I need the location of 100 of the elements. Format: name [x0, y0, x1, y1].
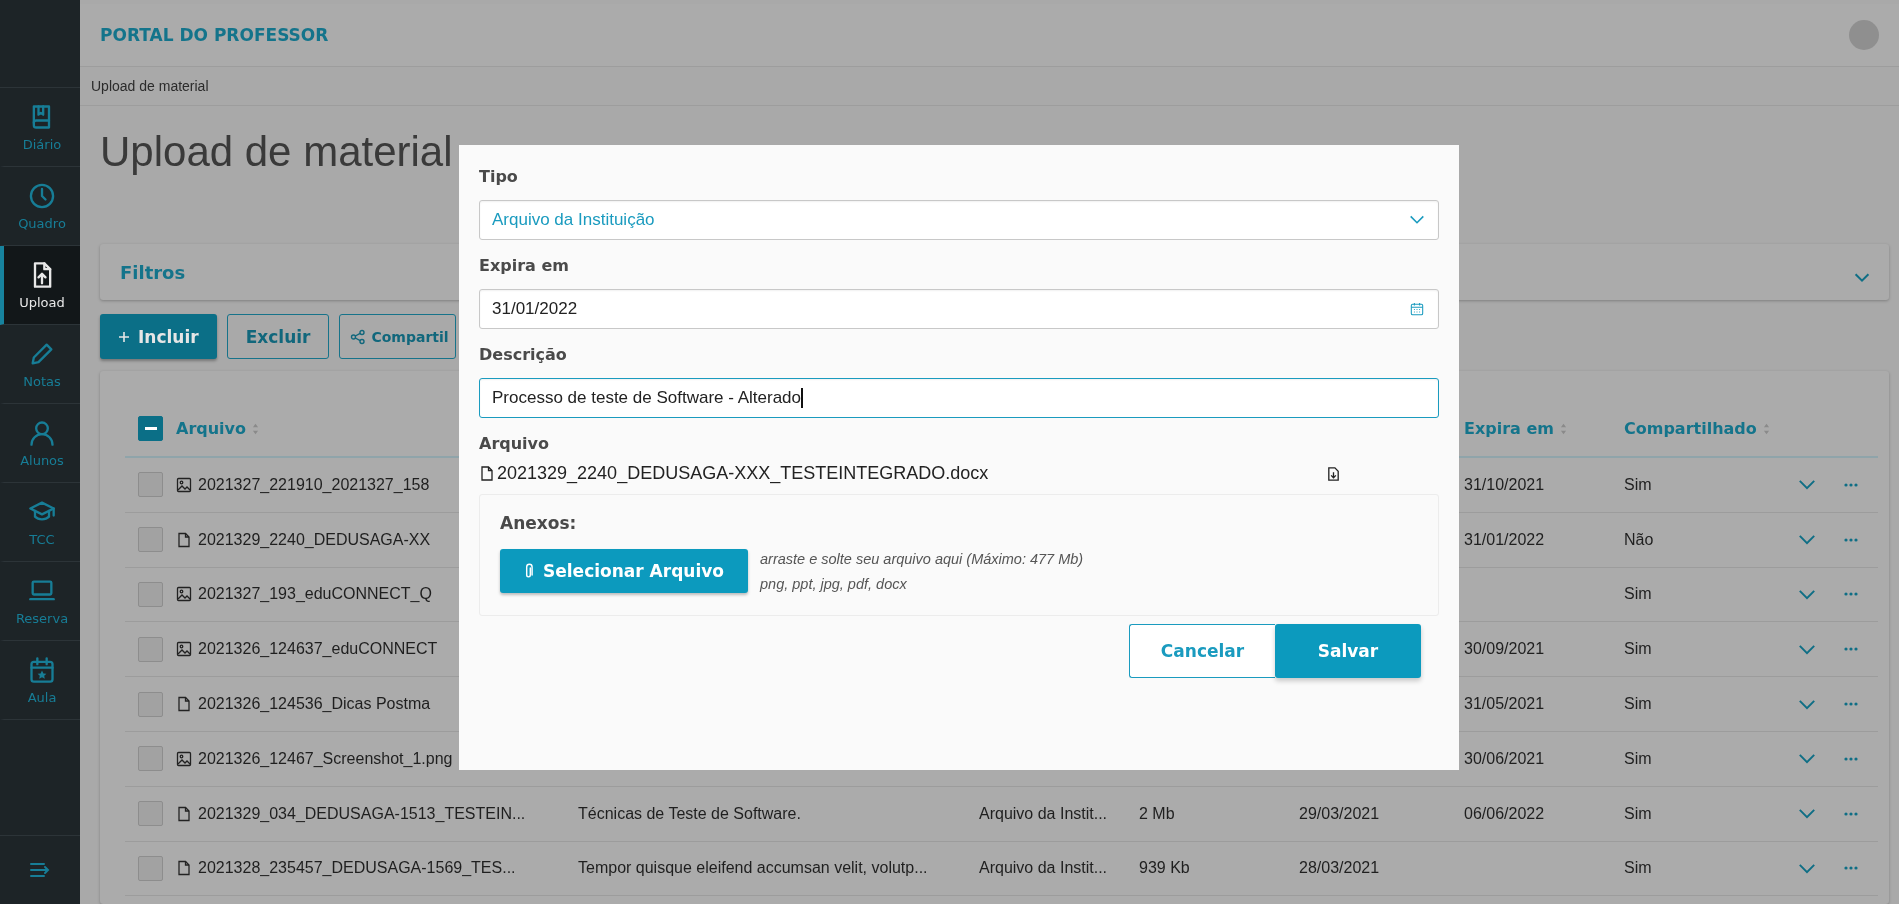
more-options-icon[interactable] — [1844, 482, 1858, 487]
field-label: Arquivo — [479, 434, 550, 453]
filters-title: Filtros — [120, 261, 186, 283]
table-cell: Sim — [1624, 585, 1652, 604]
description-field[interactable]: Processo de teste de Software - Alterado — [479, 378, 1439, 418]
field-label: Expira em — [479, 256, 569, 275]
table-cell: Sim — [1624, 640, 1652, 659]
field-label: Descrição — [479, 345, 567, 364]
column-header[interactable]: Expira em — [1464, 419, 1554, 438]
table-cell: Sim — [1624, 695, 1652, 714]
table-cell: 06/06/2022 — [1464, 804, 1545, 823]
sort-icon[interactable] — [1559, 422, 1567, 435]
table-cell: Arquivo da Instit... — [979, 859, 1108, 878]
share-button[interactable]: Compartil — [339, 314, 456, 359]
more-options-icon[interactable] — [1844, 866, 1858, 871]
table-cell: Sim — [1624, 749, 1652, 768]
sidebar-item[interactable]: Aula — [0, 641, 80, 720]
image-icon — [176, 750, 192, 767]
portal-title: PORTAL DO PROFESSOR — [100, 25, 329, 45]
file-name[interactable]: 2021327_221910_2021327_158 — [198, 475, 430, 494]
more-options-icon[interactable] — [1844, 647, 1858, 652]
document-icon — [479, 465, 495, 482]
file-name[interactable]: 2021326_124536_Dicas Postma — [198, 695, 431, 714]
select-file-button[interactable]: Selecionar Arquivo — [500, 549, 748, 593]
field-label: Tipo — [479, 167, 518, 186]
cancel-button[interactable]: Cancelar — [1129, 624, 1275, 678]
more-options-icon[interactable] — [1844, 756, 1858, 761]
file-name[interactable]: 2021326_12467_Screenshot_1.png — [198, 749, 453, 768]
table-cell: Arquivo da Instit... — [979, 804, 1108, 823]
column-header[interactable]: Arquivo — [176, 419, 247, 438]
row-checkbox[interactable] — [138, 801, 163, 827]
add-button[interactable]: Incluir — [100, 314, 217, 359]
more-options-icon[interactable] — [1844, 592, 1858, 597]
expand-row-icon[interactable] — [1798, 479, 1816, 491]
sidebar-item[interactable]: Reserva — [0, 562, 80, 641]
image-icon — [176, 641, 192, 658]
table-cell: 28/03/2021 — [1299, 859, 1380, 878]
expand-row-icon[interactable] — [1798, 643, 1816, 655]
row-checkbox[interactable] — [138, 636, 163, 662]
file-name[interactable]: 2021326_124637_eduCONNECT — [198, 640, 438, 659]
table-cell: Não — [1624, 530, 1654, 549]
expand-row-icon[interactable] — [1798, 534, 1816, 546]
table-cell: Sim — [1624, 475, 1652, 494]
expand-row-icon[interactable] — [1798, 753, 1816, 765]
image-icon — [176, 476, 192, 493]
save-button[interactable]: Salvar — [1275, 624, 1421, 678]
table-cell: 30/06/2021 — [1464, 749, 1545, 768]
file-name[interactable]: 2021329_2240_DEDUSAGA-XX — [198, 530, 431, 549]
expand-row-icon[interactable] — [1798, 698, 1816, 710]
select-all-checkbox[interactable] — [138, 416, 163, 441]
row-checkbox[interactable] — [138, 746, 163, 772]
person-icon — [28, 418, 56, 447]
sidebar-item[interactable]: Upload — [0, 246, 80, 325]
table-cell: Tempor quisque eleifend accumsan velit, volutp... — [578, 859, 928, 878]
calendar-icon — [1408, 302, 1426, 316]
table-cell: Sim — [1624, 859, 1652, 878]
download-icon[interactable] — [1326, 465, 1341, 482]
row-checkbox[interactable] — [138, 855, 163, 881]
sidebar-item[interactable]: Diário — [0, 88, 80, 167]
row-checkbox[interactable] — [138, 691, 163, 717]
breadcrumb[interactable]: Upload de material — [91, 78, 209, 94]
row-checkbox[interactable] — [138, 582, 163, 607]
table-cell: 31/01/2022 — [1464, 530, 1545, 549]
type-select[interactable]: Arquivo da Instituição — [479, 200, 1439, 240]
allowed-formats: png, ppt, jpg, pdf, docx — [760, 575, 908, 592]
sidebar-item[interactable]: Alunos — [0, 404, 80, 483]
document-icon — [176, 696, 192, 713]
column-header[interactable]: Compartilhado — [1624, 419, 1757, 438]
date-field[interactable]: 31/01/2022 — [479, 289, 1439, 329]
expand-row-icon[interactable] — [1798, 589, 1816, 600]
table-cell: Técnicas de Teste de Software. — [578, 804, 801, 823]
table-cell: 31/05/2021 — [1464, 695, 1545, 714]
expand-row-icon[interactable] — [1798, 862, 1816, 874]
plus-icon — [118, 330, 130, 343]
table-cell: 31/10/2021 — [1464, 475, 1545, 494]
more-options-icon[interactable] — [1844, 537, 1858, 542]
document-icon — [176, 805, 192, 822]
table-cell: Sim — [1624, 804, 1652, 823]
paperclip-icon — [524, 562, 533, 580]
file-name[interactable]: 2021327_193_eduCONNECT_Q — [198, 585, 432, 604]
more-options-icon[interactable] — [1844, 702, 1858, 707]
attachments-title: Anexos: — [500, 513, 578, 533]
calendar-icon — [28, 655, 56, 684]
sort-icon[interactable] — [252, 422, 260, 435]
table-cell: 2 Mb — [1139, 804, 1175, 823]
document-icon — [176, 860, 192, 877]
sidebar-item[interactable]: TCC — [0, 483, 80, 562]
share-icon — [350, 328, 367, 345]
sort-icon[interactable] — [1762, 422, 1770, 435]
file-name[interactable]: 2021329_034_DEDUSAGA-1513_TESTEIN... — [198, 804, 526, 823]
table-cell: 29/03/2021 — [1299, 804, 1380, 823]
expand-row-icon[interactable] — [1798, 808, 1816, 820]
row-checkbox[interactable] — [138, 527, 163, 553]
more-options-icon[interactable] — [1844, 811, 1858, 816]
avatar[interactable] — [1849, 20, 1879, 50]
delete-button[interactable]: Excluir — [226, 314, 330, 359]
file-name[interactable]: 2021328_235457_DEDUSAGA-1569_TES... — [198, 859, 516, 878]
table-cell: 30/09/2021 — [1464, 640, 1545, 659]
sidebar-item[interactable]: Notas — [0, 325, 80, 404]
row-checkbox[interactable] — [138, 472, 163, 498]
